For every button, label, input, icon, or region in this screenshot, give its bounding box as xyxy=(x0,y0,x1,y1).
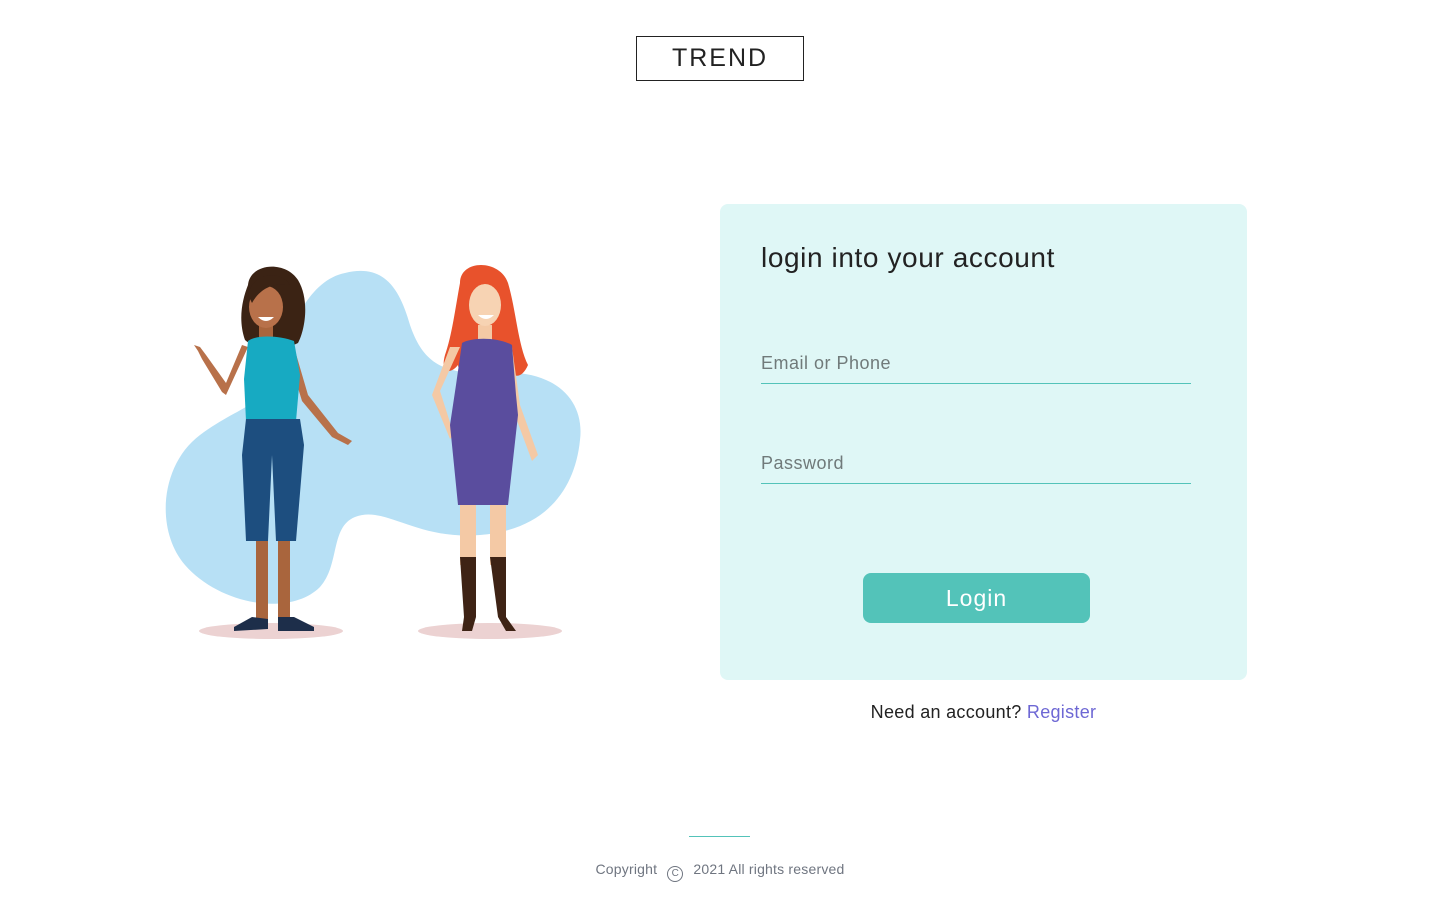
password-field-wrapper xyxy=(761,444,1191,484)
password-field[interactable] xyxy=(761,444,1191,483)
shadow-left xyxy=(199,623,343,639)
email-field-wrapper xyxy=(761,344,1191,384)
register-prompt-line: Need an account? Register xyxy=(720,702,1247,723)
footer-divider xyxy=(689,836,750,837)
login-button[interactable]: Login xyxy=(863,573,1090,623)
brand-logo-text: TREND xyxy=(671,44,769,72)
register-prompt: Need an account? xyxy=(870,702,1022,722)
people-illustration xyxy=(160,255,590,645)
copyright-icon: C xyxy=(667,866,684,882)
login-card: login into your account Login xyxy=(720,204,1247,680)
footer: Copyright C 2021 All rights reserved xyxy=(0,861,1440,882)
brand-logo[interactable]: TREND xyxy=(636,36,804,81)
background-blob xyxy=(165,270,581,604)
email-field[interactable] xyxy=(761,344,1191,383)
login-page: TREND login into your account Email or P… xyxy=(0,0,1440,900)
register-link[interactable]: Register xyxy=(1027,702,1096,722)
copyright-label: Copyright xyxy=(595,861,658,877)
shadow-right xyxy=(418,623,562,639)
illustration-svg xyxy=(165,265,581,639)
login-card-title: login into your account xyxy=(761,242,1055,273)
copyright-year-text: 2021 All rights reserved xyxy=(693,861,845,877)
